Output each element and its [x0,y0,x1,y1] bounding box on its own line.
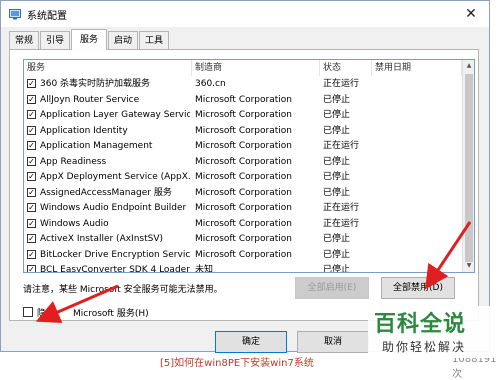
service-checkbox[interactable]: ✓ [27,156,36,166]
system-config-icon [9,9,21,20]
service-status: 已停止 [323,125,351,136]
service-name: 360 杀毒实时防护加载服务 [40,79,151,89]
service-status: 已停止 [323,265,351,273]
system-config-window: 系统配置 ✕ 常规 引导 服务 启动 工具 服务 制造商 状态 禁用日期 ✓ 36… [0,0,490,353]
cancel-button[interactable]: 取消 [297,331,369,353]
column-header-disabled-date[interactable]: 禁用日期 [372,60,462,76]
title-bar[interactable]: 系统配置 ✕ [1,1,489,27]
table-row[interactable]: ✓ Application Identity Microsoft Corporati… [24,124,462,140]
service-manufacturer: 未知 [195,265,214,273]
service-checkbox[interactable]: ✓ [27,218,36,228]
service-status: 已停止 [323,156,351,167]
service-name: AppX Deployment Service (AppX... [40,172,190,182]
service-manufacturer: Microsoft Corporation [195,203,292,213]
background-link[interactable]: [5]如何在win8PE下安装win7系统 [160,354,314,369]
hide-ms-label-suffix: Microsoft 服务(H) [73,309,149,319]
table-row[interactable]: ✓ App Readiness Microsoft Corporation 已停止 [24,155,462,171]
table-row[interactable]: ✓ Application Layer Gateway Service Micros… [24,108,462,124]
service-status: 正在运行 [323,79,360,89]
ok-button[interactable]: 确定 [215,331,287,353]
table-row[interactable]: ✓ ActiveX Installer (AxInstSV) Microsoft C… [24,232,462,248]
table-row[interactable]: ✓ BitLocker Drive Encryption Service Micro… [24,248,462,264]
service-manufacturer: Microsoft Corporation [195,249,292,260]
service-checkbox[interactable]: ✓ [27,141,36,150]
table-row[interactable]: ✓ Windows Audio Microsoft Corporation 正在运行 [24,217,462,233]
watermark-slogan: 助你轻松解决 [382,340,467,354]
table-row[interactable]: ✓ AssignedAccessManager 服务 Microsoft Corpo… [24,186,462,202]
service-status: 已停止 [323,94,351,105]
scrollbar-thumb[interactable] [465,74,473,262]
service-manufacturer: Microsoft Corporation [195,172,292,182]
service-status: 已停止 [323,249,351,260]
service-manufacturer: Microsoft Corporation [195,110,292,120]
service-status: 已停止 [323,187,351,198]
service-checkbox[interactable]: ✓ [27,79,36,88]
service-manufacturer: Microsoft Corporation [195,125,292,136]
services-list[interactable]: 服务 制造商 状态 禁用日期 ✓ 360 杀毒实时防护加载服务 360.cn 正在运行… [23,59,475,273]
enable-all-button[interactable]: 全部启用(E) [295,277,369,299]
service-status: 正在运行 [323,141,360,151]
scroll-down-icon[interactable]: ▼ [463,260,474,272]
column-header-status[interactable]: 状态 [320,60,372,76]
hide-ms-label-prefix: 隐藏 [37,309,56,319]
service-checkbox[interactable]: ✓ [27,203,36,212]
service-checkbox[interactable]: ✓ [27,187,36,197]
service-status: 正在运行 [323,218,360,229]
service-status: 已停止 [323,172,351,182]
service-manufacturer: Microsoft Corporation [195,156,292,167]
service-manufacturer: Microsoft Corporation [195,94,292,105]
service-checkbox[interactable]: ✓ [27,125,36,135]
table-row[interactable]: ✓ AllJoyn Router Service Microsoft Corpora… [24,93,462,109]
service-status: 正在运行 [323,203,360,213]
column-header-service[interactable]: 服务 [24,60,192,76]
service-status: 已停止 [323,110,351,120]
tab-boot[interactable]: 引导 [40,31,70,49]
service-name: AssignedAccessManager 服务 [40,187,172,198]
watermark-logo: 百科全说 [374,312,467,337]
service-checkbox[interactable]: ✓ [27,234,36,243]
security-note: 请注意，某些 Microsoft 安全服务可能无法禁用。 [23,285,223,295]
disable-all-button[interactable]: 全部禁用(D) [381,277,455,299]
scroll-up-icon[interactable]: ▲ [463,60,474,72]
close-button[interactable]: ✕ [453,1,489,27]
service-checkbox[interactable]: ✓ [27,110,36,119]
column-header-manufacturer[interactable]: 制造商 [192,60,320,76]
table-row[interactable]: ✓ 360 杀毒实时防护加载服务 360.cn 正在运行 [24,77,462,93]
tab-general[interactable]: 常规 [9,31,39,49]
hide-ms-services-checkbox[interactable] [23,307,33,317]
service-checkbox[interactable]: ✓ [27,94,36,104]
vertical-scrollbar[interactable]: ▲ ▼ [462,60,474,272]
service-manufacturer: Microsoft Corporation [195,141,292,151]
table-row[interactable]: ✓ BCL EasyConverter SDK 4 Loader 未知 已停止 [24,263,462,273]
service-status: 已停止 [323,234,351,244]
service-name: App Readiness [40,156,107,167]
service-name: ActiveX Installer (AxInstSV) [40,234,164,244]
service-manufacturer: Microsoft Corporation [195,187,292,198]
tab-tools[interactable]: 工具 [139,31,169,49]
window-title: 系统配置 [27,11,67,22]
service-manufacturer: 360.cn [195,79,226,89]
service-name: Windows Audio Endpoint Builder [40,203,187,213]
table-row[interactable]: ✓ AppX Deployment Service (AppX... Microso… [24,170,462,186]
service-checkbox[interactable]: ✓ [27,265,36,272]
service-name: Application Layer Gateway Service [40,110,190,120]
table-row[interactable]: ✓ Windows Audio Endpoint Builder Microsoft… [24,201,462,217]
service-name: Application Management [40,141,153,151]
service-name: AllJoyn Router Service [40,94,140,105]
table-row[interactable]: ✓ Application Management Microsoft Corpora… [24,139,462,155]
tab-services[interactable]: 服务 [71,29,107,50]
service-checkbox[interactable]: ✓ [27,172,36,181]
service-manufacturer: Microsoft Corporation [195,218,292,229]
service-name: Application Identity [40,125,128,136]
service-name: BitLocker Drive Encryption Service [40,249,190,260]
service-name: BCL EasyConverter SDK 4 Loader [40,265,190,273]
tab-startup[interactable]: 启动 [108,31,138,49]
service-manufacturer: Microsoft Corporation [195,234,292,244]
service-name: Windows Audio [40,218,109,229]
service-checkbox[interactable]: ✓ [27,249,36,259]
